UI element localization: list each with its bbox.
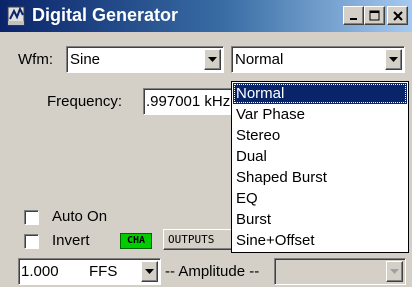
frequency-value: .997001 kHz bbox=[146, 93, 231, 110]
mode-option-eq[interactable]: EQ bbox=[233, 188, 407, 209]
waveform-select[interactable]: Sine bbox=[66, 46, 224, 73]
minimize-icon bbox=[349, 17, 357, 20]
mode-option-sine-offset[interactable]: Sine+Offset bbox=[233, 230, 407, 251]
mode-value: Normal bbox=[235, 51, 284, 68]
mode-option-stereo[interactable]: Stereo bbox=[233, 125, 407, 146]
frequency-label: Frequency: bbox=[47, 93, 123, 110]
amplitude-aux-select[interactable] bbox=[274, 258, 406, 285]
chevron-down-icon bbox=[389, 57, 398, 62]
amplitude-unit: FFS bbox=[89, 263, 118, 280]
title-bar[interactable]: Digital Generator bbox=[0, 0, 412, 32]
app-icon bbox=[7, 6, 25, 26]
amplitude-label: -- Amplitude -- bbox=[165, 263, 260, 280]
invert-checkbox[interactable] bbox=[24, 234, 39, 249]
invert-label: Invert bbox=[52, 232, 90, 249]
maximize-icon bbox=[369, 10, 380, 21]
auto-on-label: Auto On bbox=[52, 208, 108, 225]
amplitude-aux-dropdown-button[interactable] bbox=[386, 261, 403, 282]
outputs-button[interactable]: OUTPUTS bbox=[163, 229, 238, 250]
chevron-down-icon bbox=[145, 269, 154, 274]
close-icon bbox=[392, 10, 403, 21]
waveform-dropdown-button[interactable] bbox=[204, 49, 221, 70]
amplitude-field[interactable]: 1.000 FFS bbox=[18, 258, 161, 285]
digital-generator-window: Digital Generator Wfm: Sine Normal Frequ… bbox=[0, 0, 412, 287]
amplitude-unit-dropdown-button[interactable] bbox=[141, 261, 158, 282]
mode-option-normal[interactable]: Normal bbox=[233, 83, 407, 104]
mode-select[interactable]: Normal bbox=[231, 46, 405, 73]
chevron-down-icon bbox=[208, 57, 217, 62]
channel-a-badge: CHA bbox=[120, 233, 152, 249]
amplitude-value: 1.000 bbox=[21, 263, 59, 280]
mode-option-dual[interactable]: Dual bbox=[233, 146, 407, 167]
close-button[interactable] bbox=[387, 6, 408, 25]
waveform-value: Sine bbox=[70, 51, 101, 68]
maximize-button[interactable] bbox=[364, 6, 385, 25]
mode-dropdown-button[interactable] bbox=[385, 49, 402, 70]
minimize-button[interactable] bbox=[343, 6, 364, 25]
frequency-field[interactable]: .997001 kHz bbox=[143, 88, 238, 115]
auto-on-checkbox[interactable] bbox=[24, 210, 39, 225]
mode-option-shaped-burst[interactable]: Shaped Burst bbox=[233, 167, 407, 188]
waveform-label: Wfm: bbox=[18, 51, 53, 68]
window-title: Digital Generator bbox=[32, 5, 179, 25]
chevron-down-icon bbox=[390, 269, 399, 274]
mode-option-var-phase[interactable]: Var Phase bbox=[233, 104, 407, 125]
mode-option-burst[interactable]: Burst bbox=[233, 209, 407, 230]
mode-dropdown-list: Normal Var Phase Stereo Dual Shaped Burs… bbox=[231, 81, 409, 253]
